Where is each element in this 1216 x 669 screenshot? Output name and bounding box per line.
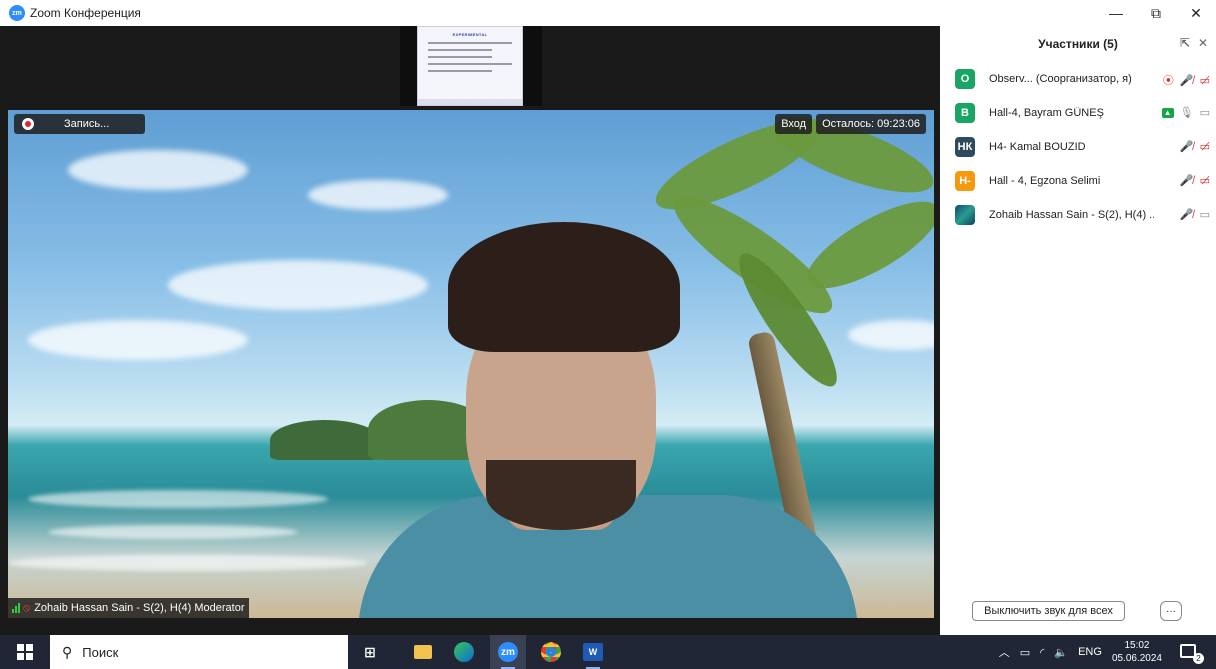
- title-bar: zm Zoom Конференция — ⧉ ✕: [0, 0, 1216, 26]
- notifications-icon[interactable]: 2: [1180, 642, 1204, 664]
- chrome-icon[interactable]: [540, 641, 562, 663]
- avatar: O: [955, 69, 975, 89]
- mic-muted-icon: ⦸: [23, 601, 31, 614]
- mic-muted-icon[interactable]: 🎤̸: [1180, 140, 1194, 153]
- video-icon[interactable]: ▭: [1200, 208, 1210, 221]
- participants-list: O Observ... (Соорганизатор, я) ⦿ 🎤̸ ▭̸ B…: [940, 62, 1216, 232]
- clock-date: 05.06.2024: [1111, 653, 1162, 664]
- close-button[interactable]: ✕: [1176, 0, 1216, 26]
- battery-icon[interactable]: ▭: [1020, 646, 1030, 659]
- task-view-icon[interactable]: ⊞: [359, 641, 381, 663]
- window-controls: — ⧉ ✕: [1096, 0, 1216, 26]
- clock[interactable]: 15:02 05.06.2024: [1112, 639, 1162, 665]
- search-icon: ⚲: [62, 643, 73, 660]
- volume-icon[interactable]: 🔈: [1054, 646, 1068, 659]
- signal-strength-icon: [12, 603, 20, 613]
- minimize-button[interactable]: —: [1096, 0, 1136, 26]
- participant-row[interactable]: B Hall-4, Bayram GÜNEŞ ▲ 🎙 ▭: [940, 96, 1216, 130]
- zoom-app-window: zm Zoom Конференция — ⧉ ✕ EXPERIMENTAL З…: [0, 0, 1216, 669]
- screen-share-icon: ▲: [1161, 107, 1174, 118]
- recording-icon: ⦿: [1162, 75, 1174, 87]
- speaker-video[interactable]: [8, 110, 934, 618]
- window-title: Zoom Конференция: [30, 6, 141, 20]
- notification-count: 2: [1193, 653, 1204, 664]
- zoom-taskbar-icon[interactable]: zm: [497, 641, 519, 663]
- wifi-icon[interactable]: ◜: [1040, 646, 1044, 659]
- more-options-button[interactable]: ···: [1160, 601, 1182, 621]
- video-off-icon[interactable]: ▭̸: [1200, 140, 1210, 153]
- speaker-name: Zohaib Hassan Sain - S(2), H(4) Moderato…: [34, 602, 245, 614]
- record-icon: [22, 118, 34, 130]
- mute-all-button[interactable]: Выключить звук для всех: [972, 601, 1125, 621]
- popout-icon[interactable]: ⇱: [1180, 36, 1190, 50]
- speaker-name-tag: ⦸ Zohaib Hassan Sain - S(2), H(4) Modera…: [8, 598, 249, 618]
- participant-name: Hall-4, Bayram GÜNEŞ: [989, 107, 1104, 119]
- participant-row[interactable]: O Observ... (Соорганизатор, я) ⦿ 🎤̸ ▭̸: [940, 62, 1216, 96]
- participants-title: Участники (5): [1038, 37, 1118, 51]
- taskbar-search[interactable]: ⚲ Поиск: [50, 635, 348, 669]
- participant-name: Hall - 4, Egzona Selimi: [989, 175, 1101, 187]
- chevron-up-icon[interactable]: ︿: [999, 644, 1010, 660]
- restore-button[interactable]: ⧉: [1136, 0, 1176, 26]
- word-icon[interactable]: W: [582, 641, 604, 663]
- system-tray: ︿ ▭ ◜ 🔈 ENG 15:02 05.06.2024 2: [999, 635, 1216, 669]
- search-placeholder: Поиск: [82, 644, 119, 660]
- meeting-area: EXPERIMENTAL Запись... Вход Осталось: 09…: [0, 26, 940, 635]
- avatar: B: [955, 103, 975, 123]
- avatar: H-: [955, 171, 975, 191]
- language-indicator[interactable]: ENG: [1078, 646, 1102, 658]
- participant-row[interactable]: НК H4- Kamal BOUZID 🎤̸ ▭̸: [940, 130, 1216, 164]
- avatar-photo: [955, 205, 975, 225]
- participant-name: Observ... (Соорганизатор, я): [989, 73, 1132, 85]
- mic-muted-icon[interactable]: 🎤̸: [1180, 174, 1194, 187]
- video-off-icon[interactable]: ▭̸: [1200, 174, 1210, 187]
- windows-taskbar: ⚲ Поиск ⊞ zm W ︿ ▭ ◜ 🔈 ENG 15:02 05.06.2…: [0, 635, 1216, 669]
- windows-start-icon[interactable]: [17, 644, 33, 660]
- participant-name: H4- Kamal BOUZID: [989, 141, 1086, 153]
- time-remaining: Осталось: 09:23:06: [816, 114, 926, 134]
- shared-slide: EXPERIMENTAL: [417, 26, 523, 106]
- recording-button[interactable]: Запись...: [14, 114, 145, 134]
- video-off-icon[interactable]: ▭̸: [1200, 74, 1210, 87]
- participant-row[interactable]: H- Hall - 4, Egzona Selimi 🎤̸ ▭̸: [940, 164, 1216, 198]
- slide-title: EXPERIMENTAL: [452, 32, 488, 37]
- avatar: НК: [955, 137, 975, 157]
- edge-browser-icon[interactable]: [453, 641, 475, 663]
- video-icon[interactable]: ▭: [1200, 106, 1210, 119]
- participant-name: Zohaib Hassan Sain - S(2), H(4) ...: [989, 209, 1154, 221]
- participants-panel: Участники (5) ⇱ ✕ O Observ... (Соорганиз…: [940, 26, 1216, 635]
- participants-header: Участники (5) ⇱ ✕: [940, 26, 1216, 62]
- clock-time: 15:02: [1124, 640, 1150, 651]
- file-explorer-icon[interactable]: [412, 641, 434, 663]
- close-panel-icon[interactable]: ✕: [1198, 36, 1208, 50]
- meeting-status-bar: Вход Осталось: 09:23:06: [775, 114, 926, 134]
- participant-row[interactable]: Zohaib Hassan Sain - S(2), H(4) ... 🎤̸ ▭: [940, 198, 1216, 232]
- enter-button[interactable]: Вход: [775, 114, 813, 134]
- mic-muted-icon[interactable]: 🎤̸: [1180, 208, 1194, 221]
- speaker-person: [328, 210, 868, 618]
- mic-muted-icon[interactable]: 🎤̸: [1180, 74, 1194, 87]
- shared-screen-thumbnail[interactable]: EXPERIMENTAL: [400, 26, 542, 106]
- zoom-logo-icon: zm: [9, 5, 25, 21]
- recording-label: Запись...: [64, 118, 110, 130]
- mic-icon[interactable]: 🎙: [1180, 106, 1194, 119]
